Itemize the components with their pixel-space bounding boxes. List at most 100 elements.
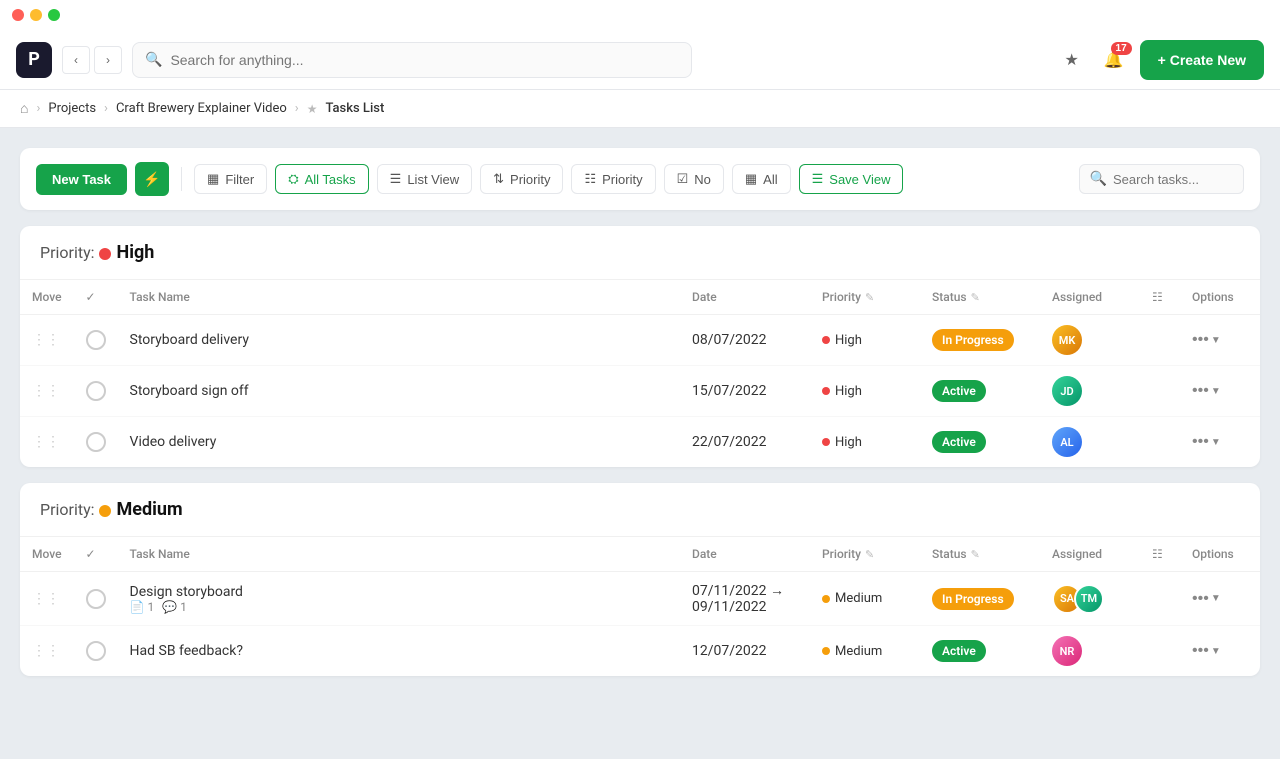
chevron-down-icon: ▼ [1211,437,1221,448]
table-row: ⋮⋮ Had SB feedback? 12/07/2022 Medium Ac… [20,626,1260,677]
drag-handle-icon[interactable]: ⋮⋮ [32,383,60,399]
med-col-header-taskname: Task Name [118,537,680,572]
high-priority-header: Priority: High [20,226,1260,280]
titlebar [0,0,1280,30]
task-name-cell: Storyboard delivery [118,315,680,366]
traffic-light-close[interactable] [12,9,24,21]
task-extra-cell [1140,417,1180,468]
favorites-button[interactable]: ★ [1056,44,1088,76]
priority-label: Medium [835,644,882,659]
task-date-cell: 08/07/2022 [680,315,810,366]
ellipsis-icon: ••• [1192,382,1209,400]
task-search-bar[interactable]: 🔍 [1079,164,1244,194]
priority-badge: High [822,435,862,450]
task-priority-cell: High [810,417,920,468]
med-col-header-date: Date [680,537,810,572]
home-icon[interactable]: ⌂ [20,100,28,117]
breadcrumb-projects[interactable]: Projects [48,101,96,116]
nav-back-button[interactable]: ‹ [62,46,90,74]
chevron-down-icon: ▼ [1211,646,1221,657]
task-search-input[interactable] [1113,172,1233,187]
task-options-cell: ••• ▼ [1180,366,1260,417]
drag-handle-cell: ⋮⋮ [20,417,74,468]
medium-dot [99,505,111,517]
priority-group-button[interactable]: ☷ Priority [571,164,655,194]
global-search-bar[interactable]: 🔍 [132,42,692,78]
drag-handle-icon[interactable]: ⋮⋮ [32,434,60,450]
task-status-cell: Active [920,417,1040,468]
drag-handle-cell: ⋮⋮ [20,572,74,626]
col-header-date: Date [680,280,810,315]
create-new-button[interactable]: + Create New [1140,40,1264,80]
task-checkbox[interactable] [86,330,106,350]
filter-button[interactable]: ▦ Filter [194,164,267,194]
nav-forward-button[interactable]: › [94,46,122,74]
chevron-down-icon: ▼ [1211,593,1221,604]
medium-priority-section: Priority: Medium Move ✓ Task Name Date P… [20,483,1260,676]
all-tasks-button[interactable]: ⛭ All Tasks [275,164,368,194]
task-options-cell: ••• ▼ [1180,626,1260,677]
save-view-button[interactable]: ☰ Save View [799,164,904,194]
task-date-label: 07/11/2022 → 09/11/2022 [692,583,784,615]
high-table-header-row: Move ✓ Task Name Date Priority ✎ Status … [20,280,1260,315]
col-header-status: Status ✎ [920,280,1040,315]
task-name-label: Storyboard delivery [130,332,249,348]
task-checkbox[interactable] [86,589,106,609]
med-status-edit-icon: ✎ [971,548,980,561]
task-extra-cell [1140,315,1180,366]
checkbox-cell [74,572,118,626]
notifications-button[interactable]: 🔔 17 [1098,44,1130,76]
high-dot [99,248,111,260]
task-name-cell: Had SB feedback? [118,626,680,677]
priority-dot [822,438,830,446]
med-col-header-status: Status ✎ [920,537,1040,572]
comment-icon: 💬 1 [162,600,187,614]
traffic-light-maximize[interactable] [48,9,60,21]
all-button[interactable]: ▦ All [732,164,791,194]
priority-sort-button[interactable]: ⇅ Priority [480,164,563,194]
task-assigned-cell: MK [1040,315,1140,366]
main-content: New Task ⚡ ▦ Filter ⛭ All Tasks ☰ List V… [0,128,1280,759]
task-date-label: 12/07/2022 [692,643,767,659]
priority-label: High [835,333,862,348]
new-task-button[interactable]: New Task [36,164,127,195]
drag-handle-icon[interactable]: ⋮⋮ [32,643,60,659]
list-view-button[interactable]: ☰ List View [377,164,472,194]
status-badge: In Progress [932,588,1014,610]
priority-dot [822,387,830,395]
task-priority-cell: High [810,366,920,417]
checkbox-cell [74,315,118,366]
status-badge: Active [932,431,986,453]
col-header-priority: Priority ✎ [810,280,920,315]
task-name-label: Storyboard sign off [130,383,249,399]
task-date-cell: 07/11/2022 → 09/11/2022 [680,572,810,626]
task-date-cell: 22/07/2022 [680,417,810,468]
task-options-button[interactable]: ••• ▼ [1192,433,1221,451]
lightning-button[interactable]: ⚡ [135,162,169,196]
priority-badge: High [822,384,862,399]
table-row: ⋮⋮ Video delivery 22/07/2022 High Active [20,417,1260,468]
task-checkbox[interactable] [86,381,106,401]
task-options-button[interactable]: ••• ▼ [1192,642,1221,660]
priority-label: High [835,435,862,450]
traffic-light-minimize[interactable] [30,9,42,21]
task-checkbox[interactable] [86,432,106,452]
med-col-header-priority: Priority ✎ [810,537,920,572]
task-options-button[interactable]: ••• ▼ [1192,590,1221,608]
all-tasks-icon: ⛭ [288,171,298,187]
breadcrumb-project-name[interactable]: Craft Brewery Explainer Video [116,101,287,116]
task-options-button[interactable]: ••• ▼ [1192,331,1221,349]
task-checkbox[interactable] [86,641,106,661]
no-button[interactable]: ☑ No [664,164,724,194]
medium-table-header-row: Move ✓ Task Name Date Priority ✎ Status … [20,537,1260,572]
priority-badge: Medium [822,644,882,659]
col-header-move: Move [20,280,74,315]
breadcrumb-star-icon[interactable]: ★ [307,102,318,116]
task-name-label: Design storyboard [130,584,243,600]
drag-handle-icon[interactable]: ⋮⋮ [32,332,60,348]
drag-handle-icon[interactable]: ⋮⋮ [32,591,60,607]
task-options-button[interactable]: ••• ▼ [1192,382,1221,400]
global-search-input[interactable] [170,52,679,68]
task-priority-cell: Medium [810,626,920,677]
table-row: ⋮⋮ Storyboard delivery 08/07/2022 High I… [20,315,1260,366]
